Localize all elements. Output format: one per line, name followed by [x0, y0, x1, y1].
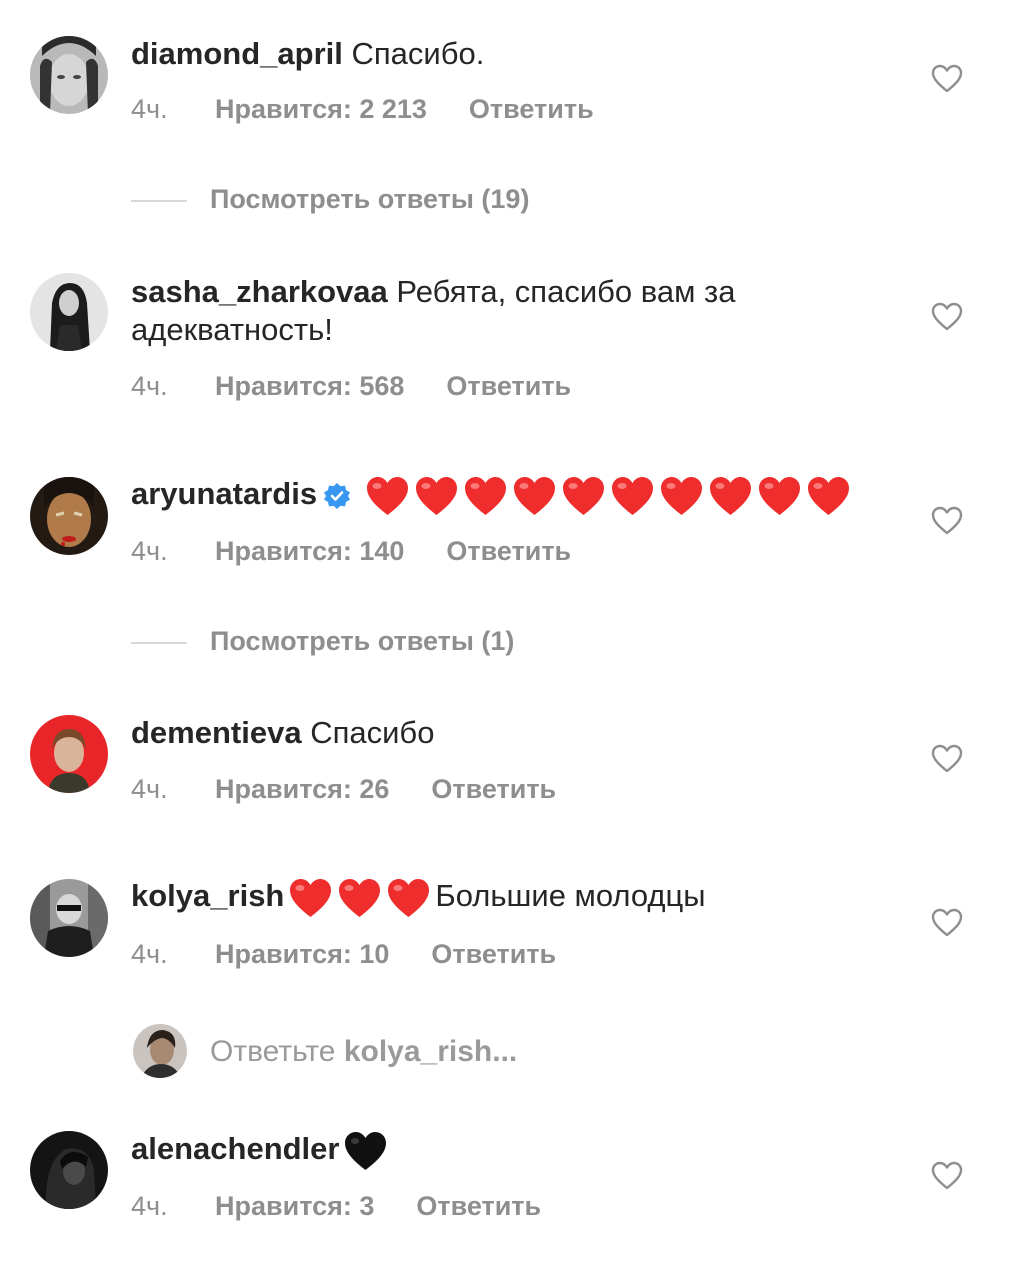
comment-time[interactable]: 4ч. — [131, 938, 215, 970]
comment-likes[interactable]: Нравится: 26 — [215, 773, 389, 805]
comment-likes[interactable]: Нравится: 2 213 — [215, 93, 427, 125]
red-heart-emoji — [563, 477, 605, 515]
emoji-black-heart — [343, 1130, 392, 1172]
comment-username[interactable]: dementieva — [131, 715, 302, 750]
emoji-hearts — [365, 475, 855, 517]
red-heart-emoji — [612, 477, 654, 515]
current-user-avatar — [133, 1024, 187, 1078]
comment-time[interactable]: 4ч. — [131, 370, 215, 402]
view-replies-button[interactable]: Посмотреть ответы (1) — [131, 625, 514, 657]
red-heart-emoji — [759, 477, 801, 515]
comment-likes[interactable]: Нравится: 10 — [215, 938, 389, 970]
heart-outline-icon[interactable] — [931, 506, 963, 536]
comment-meta: 4ч. Нравится: 10 Ответить — [131, 938, 556, 970]
comment-body: Спасибо — [310, 715, 435, 750]
red-heart-emoji — [339, 879, 381, 917]
comment-meta: 4ч. Нравится: 2 213 Ответить — [131, 93, 594, 125]
black-heart-emoji — [345, 1132, 387, 1170]
red-heart-emoji — [465, 477, 507, 515]
heart-outline-icon[interactable] — [931, 744, 963, 774]
view-replies-button[interactable]: Посмотреть ответы (19) — [131, 183, 529, 215]
comment-username[interactable]: alenachendler — [131, 1131, 339, 1166]
red-heart-emoji — [661, 477, 703, 515]
comment-text: sasha_zharkovaa Ребята, спасибо вам за — [131, 273, 735, 311]
red-heart-emoji — [367, 477, 409, 515]
comment-meta: 4ч. Нравится: 26 Ответить — [131, 773, 556, 805]
red-heart-emoji — [514, 477, 556, 515]
comment-meta: 4ч. Нравится: 3 Ответить — [131, 1190, 541, 1222]
reply-button[interactable]: Ответить — [431, 938, 556, 970]
view-replies-label: Посмотреть ответы (1) — [210, 626, 515, 656]
comment-text: diamond_april Спасибо. — [131, 35, 484, 73]
avatar[interactable] — [30, 1131, 108, 1209]
reply-button[interactable]: Ответить — [416, 1190, 541, 1222]
comment-time[interactable]: 4ч. — [131, 1190, 215, 1222]
avatar[interactable] — [30, 715, 108, 793]
comment-text: dementieva Спасибо — [131, 714, 434, 752]
comment-text: alenachendler — [131, 1130, 392, 1172]
reply-input[interactable]: Ответьте kolya_rish... — [210, 1034, 517, 1070]
comment-username[interactable]: diamond_april — [131, 36, 343, 71]
comment-meta: 4ч. Нравится: 568 Ответить — [131, 370, 571, 402]
comment-meta: 4ч. Нравится: 140 Ответить — [131, 535, 571, 567]
comment-time[interactable]: 4ч. — [131, 773, 215, 805]
red-heart-emoji — [416, 477, 458, 515]
comment-body: Спасибо. — [351, 36, 485, 71]
reply-input-prefix: Ответьте — [210, 1035, 336, 1068]
comment-time[interactable]: 4ч. — [131, 93, 215, 125]
heart-outline-icon[interactable] — [931, 64, 963, 94]
reply-button[interactable]: Ответить — [446, 535, 571, 567]
comment-likes[interactable]: Нравится: 3 — [215, 1190, 374, 1222]
red-heart-emoji — [388, 879, 430, 917]
comment-username[interactable]: sasha_zharkovaa — [131, 274, 388, 309]
comment-time[interactable]: 4ч. — [131, 535, 215, 567]
comment-username[interactable]: aryunatardis — [131, 476, 317, 511]
avatar[interactable] — [30, 36, 108, 114]
avatar[interactable] — [30, 477, 108, 555]
reply-button[interactable]: Ответить — [431, 773, 556, 805]
comment-text-line2: адекватность! — [131, 311, 333, 349]
view-replies-label: Посмотреть ответы (19) — [210, 184, 530, 214]
avatar[interactable] — [30, 273, 108, 351]
comment-username[interactable]: kolya_rish — [131, 878, 284, 913]
verified-badge-icon — [324, 483, 351, 509]
divider-line — [131, 641, 187, 644]
reply-button[interactable]: Ответить — [446, 370, 571, 402]
comment-text: aryunatardis — [131, 475, 855, 517]
comment-body: Большие молодцы — [435, 878, 706, 914]
avatar[interactable] — [30, 879, 108, 957]
red-heart-emoji — [808, 477, 850, 515]
heart-outline-icon[interactable] — [931, 1161, 963, 1191]
divider-line — [131, 199, 187, 202]
comment-likes[interactable]: Нравится: 568 — [215, 370, 404, 402]
comment-likes[interactable]: Нравится: 140 — [215, 535, 404, 567]
comment-body: Ребята, спасибо вам за — [396, 274, 736, 309]
reply-input-target: kolya_rish... — [343, 1035, 518, 1068]
comment-text: kolya_rish Большие молодцы — [131, 877, 706, 919]
emoji-hearts — [288, 877, 435, 919]
comment-body-cont: адекватность! — [131, 312, 333, 347]
reply-button[interactable]: Ответить — [469, 93, 594, 125]
heart-outline-icon[interactable] — [931, 908, 963, 938]
red-heart-emoji — [290, 879, 332, 917]
heart-outline-icon[interactable] — [931, 302, 963, 332]
red-heart-emoji — [710, 477, 752, 515]
